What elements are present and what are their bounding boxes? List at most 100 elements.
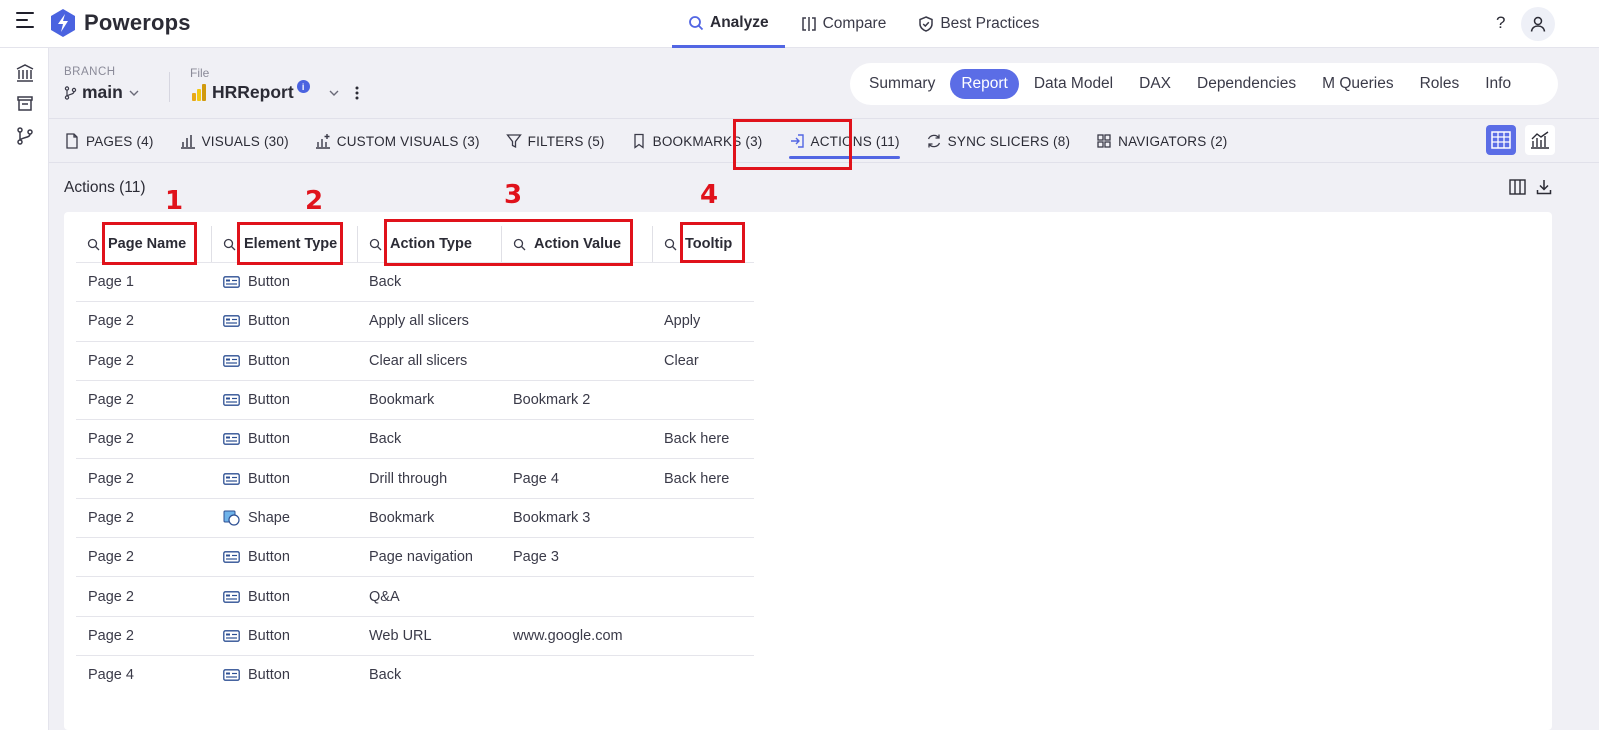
table-row[interactable]: Page 2 Button Apply all slicers Apply <box>76 301 754 342</box>
cell-page-name: Page 2 <box>76 301 211 342</box>
actions-table: Page Name Element Type Action Type Actio… <box>76 226 754 695</box>
nav-analyze[interactable]: Analyze <box>672 0 785 48</box>
cell-page-name: Page 2 <box>76 615 211 656</box>
search-icon <box>689 15 704 30</box>
app-name: Powerops <box>84 10 191 35</box>
chevron-down-icon <box>129 90 139 96</box>
help-button[interactable]: ? <box>1496 13 1505 33</box>
nav-compare[interactable]: Compare <box>785 0 903 48</box>
tab-m-queries[interactable]: M Queries <box>1311 69 1405 99</box>
table-row[interactable]: Page 2 Button Bookmark Bookmark 2 <box>76 379 754 420</box>
cell-action-type: Clear all slicers <box>357 340 501 381</box>
tab-info[interactable]: Info <box>1474 69 1522 99</box>
cell-action-value <box>501 340 652 381</box>
custom-visual-icon <box>315 134 330 149</box>
table-row[interactable]: Page 2 Shape Bookmark Bookmark 3 <box>76 497 754 538</box>
columns-icon[interactable] <box>1509 179 1526 195</box>
cell-tooltip <box>652 654 754 695</box>
element-type-label: Button <box>248 392 290 409</box>
table-row[interactable]: Page 2 Button Q&A <box>76 576 754 617</box>
button-icon <box>223 551 240 564</box>
tab-dax[interactable]: DAX <box>1128 69 1182 99</box>
cell-action-type: Drill through <box>357 458 501 499</box>
table-row[interactable]: Page 4 Button Back <box>76 654 754 695</box>
cell-tooltip: Back here <box>652 419 754 459</box>
cell-action-value: Bookmark 3 <box>501 497 652 538</box>
annotation-box <box>680 222 745 263</box>
subtab-label: SYNC SLICERS (8) <box>947 133 1071 149</box>
cell-action-value <box>501 301 652 342</box>
tab-report[interactable]: Report <box>950 69 1019 99</box>
subtab-pages[interactable]: PAGES (4) <box>64 120 162 162</box>
subtab-filters[interactable]: FILTERS (5) <box>505 120 613 162</box>
cell-page-name: Page 2 <box>76 458 211 499</box>
button-icon <box>223 276 240 288</box>
table-row[interactable]: Page 2 Button Page navigation Page 3 <box>76 537 754 577</box>
cell-element-type: Button <box>211 340 357 381</box>
cell-page-name: Page 2 <box>76 340 211 381</box>
tab-roles[interactable]: Roles <box>1409 69 1471 99</box>
element-type-label: Shape <box>248 509 290 526</box>
bank-icon[interactable] <box>15 63 35 83</box>
table-row[interactable]: Page 2 Button Drill through Page 4 Back here <box>76 458 754 499</box>
element-type-label: Button <box>248 627 290 644</box>
user-avatar[interactable] <box>1521 7 1555 41</box>
database-icon[interactable] <box>15 94 35 114</box>
cell-element-type: Button <box>211 576 357 617</box>
menu-icon[interactable] <box>16 12 34 30</box>
table-view-button[interactable] <box>1486 125 1516 155</box>
cell-tooltip: Clear <box>652 340 754 381</box>
subtab-custom-visuals[interactable]: CUSTOM VISUALS (3) <box>315 120 488 162</box>
subtab-navigators[interactable]: NAVIGATORS (2) <box>1096 120 1235 162</box>
divider <box>169 72 170 102</box>
tab-summary[interactable]: Summary <box>858 69 946 99</box>
cell-element-type: Button <box>211 301 357 342</box>
button-icon <box>223 315 240 328</box>
cell-tooltip <box>652 261 754 302</box>
chevron-down-icon[interactable] <box>328 87 340 99</box>
tab-dependencies[interactable]: Dependencies <box>1186 69 1307 99</box>
subtab-label: FILTERS (5) <box>527 133 605 149</box>
table-row[interactable]: Page 2 Button Back Back here <box>76 419 754 459</box>
cell-page-name: Page 1 <box>76 261 211 302</box>
cell-tooltip <box>652 537 754 577</box>
branch-label: BRANCH <box>64 66 116 78</box>
git-branch-icon[interactable] <box>15 126 35 146</box>
cell-tooltip <box>652 576 754 617</box>
shield-check-icon <box>919 16 934 32</box>
cell-element-type: Button <box>211 419 357 459</box>
file-selector[interactable]: HRReport i <box>192 80 360 103</box>
user-icon <box>1530 16 1546 32</box>
cell-element-type: Button <box>211 537 357 577</box>
file-label: File <box>190 66 210 80</box>
element-type-label: Button <box>248 352 290 369</box>
search-icon[interactable] <box>369 238 382 251</box>
subtab-visuals[interactable]: VISUALS (30) <box>180 120 297 162</box>
top-nav: Analyze Compare Best Practices <box>672 0 1055 48</box>
button-icon <box>223 472 240 485</box>
cell-action-value: www.google.com <box>501 615 652 656</box>
tab-data-model[interactable]: Data Model <box>1023 69 1124 99</box>
branch-selector[interactable]: main <box>64 82 140 103</box>
download-icon[interactable] <box>1536 179 1552 195</box>
table-row[interactable]: Page 2 Button Web URL www.google.com <box>76 615 754 656</box>
search-icon[interactable] <box>87 238 100 251</box>
search-icon[interactable] <box>664 238 677 251</box>
cell-action-type: Web URL <box>357 615 501 656</box>
nav-best-practices[interactable]: Best Practices <box>902 0 1055 48</box>
search-icon[interactable] <box>223 238 236 251</box>
report-sub-tabs: PAGES (4) VISUALS (30) CUSTOM VISUALS (3… <box>64 120 1253 162</box>
table-row[interactable]: Page 1 Button Back <box>76 261 754 302</box>
table-row[interactable]: Page 2 Button Clear all slicers Clear <box>76 340 754 381</box>
nav-label: Best Practices <box>940 15 1040 32</box>
info-icon[interactable]: i <box>296 80 310 93</box>
more-options-icon[interactable] <box>354 85 360 101</box>
file-name: HRReport <box>212 82 294 102</box>
button-icon <box>223 433 240 446</box>
button-icon <box>223 669 240 682</box>
logo[interactable]: Powerops <box>48 8 191 38</box>
subtab-sync-slicers[interactable]: SYNC SLICERS (8) <box>926 120 1078 162</box>
chart-view-button[interactable] <box>1525 125 1555 155</box>
cell-element-type: Button <box>211 615 357 656</box>
bar-chart-icon <box>180 135 195 149</box>
